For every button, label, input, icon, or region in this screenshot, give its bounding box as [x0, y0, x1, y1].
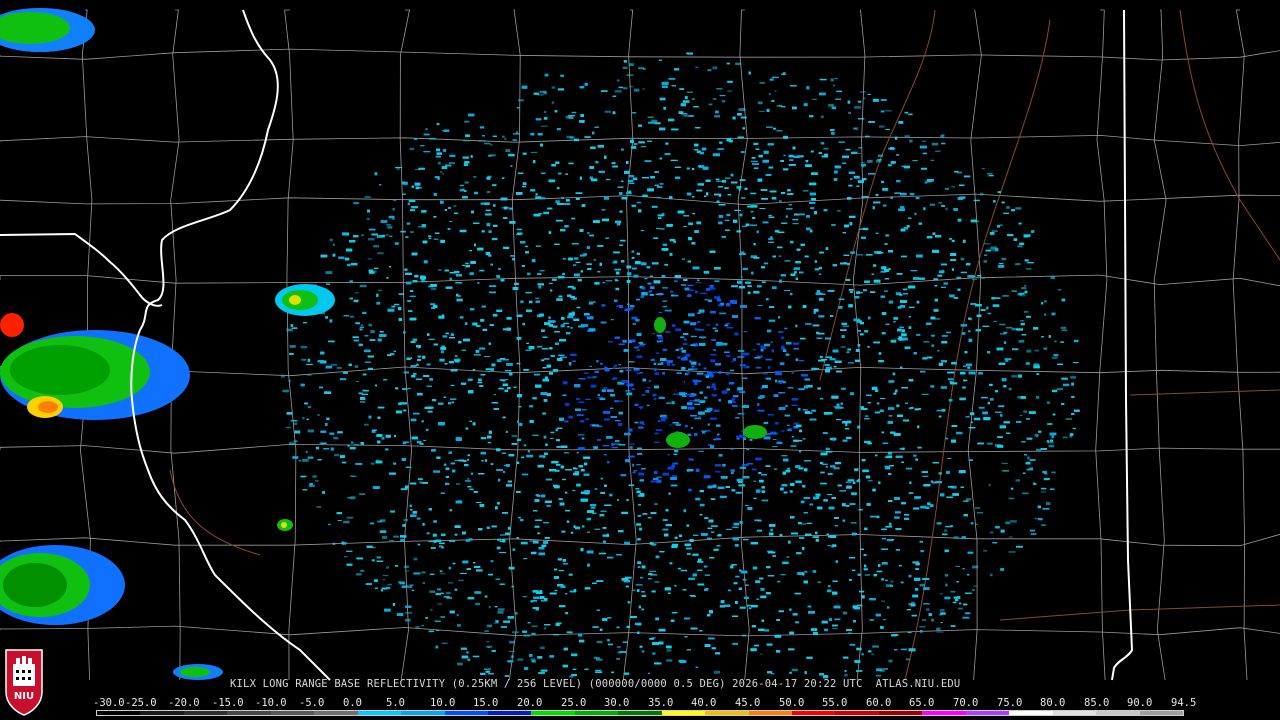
- scale-tick-label: -10.0: [255, 697, 287, 709]
- scale-tick-label: -30.0: [93, 697, 125, 709]
- color-bar-segment: [705, 711, 749, 715]
- scale-tick-label: 35.0: [648, 697, 674, 709]
- niu-logo: NIU: [5, 649, 43, 716]
- radar-site-marker: [673, 379, 685, 391]
- scale-tick-label: -5.0: [299, 697, 325, 709]
- scale-tick-label: 75.0: [997, 697, 1023, 709]
- scale-tick-label: 65.0: [909, 697, 935, 709]
- color-bar-segment: [97, 711, 141, 715]
- scale-tick-label: 80.0: [1040, 697, 1066, 709]
- product-caption: KILX LONG RANGE BASE REFLECTIVITY (0.25K…: [230, 678, 961, 690]
- scale-tick-label: 60.0: [866, 697, 892, 709]
- scale-tick-label: 5.0: [386, 697, 405, 709]
- color-bar-segment: [1096, 711, 1140, 715]
- color-bar-segment: [227, 711, 271, 715]
- color-bar-segment: [792, 711, 836, 715]
- scale-tick-label: 20.0: [517, 697, 543, 709]
- radar-map: [0, 0, 1280, 720]
- color-bar-segment: [531, 711, 575, 715]
- scale-tick-label: 90.0: [1127, 697, 1153, 709]
- scale-tick-label: 85.0: [1084, 697, 1110, 709]
- color-bar-segment: [748, 711, 792, 715]
- color-bar-segment: [878, 711, 923, 715]
- scale-tick-label: 45.0: [735, 697, 761, 709]
- color-bar-segment: [661, 711, 706, 715]
- scale-tick-label: -20.0: [168, 697, 200, 709]
- color-bar-segment: [618, 711, 662, 715]
- logo-text: NIU: [14, 691, 34, 702]
- scale-tick-label: 30.0: [604, 697, 630, 709]
- scale-tick-label: 25.0: [561, 697, 587, 709]
- scale-tick-label: 50.0: [779, 697, 805, 709]
- color-bar-segment: [140, 711, 184, 715]
- scale-tick-label: 10.0: [430, 697, 456, 709]
- scale-tick-label: 55.0: [822, 697, 848, 709]
- color-bar-segment: [965, 711, 1010, 715]
- color-bar-segment: [1009, 711, 1053, 715]
- color-bar-segment: [1052, 711, 1097, 715]
- color-bar-segment: [401, 711, 445, 715]
- color-bar-segment: [444, 711, 488, 715]
- color-bar-segment: [574, 711, 619, 715]
- scale-tick-label: 15.0: [473, 697, 499, 709]
- scale-tick-label: 94.5: [1171, 697, 1197, 709]
- color-bar-segment: [1139, 711, 1183, 715]
- scale-tick-label: -15.0: [212, 697, 244, 709]
- color-scale-labels: -30.0 -25.0 -20.0 -15.0 -10.0 -5.0 0.0 5.0 10.0 1…: [93, 697, 1203, 709]
- color-bar-segment: [183, 711, 228, 715]
- scale-tick-label: 0.0: [343, 697, 362, 709]
- color-bar-segment: [270, 711, 315, 715]
- color-bar-segment: [314, 711, 358, 715]
- color-bar-segment: [835, 711, 879, 715]
- scale-tick-label: 40.0: [691, 697, 717, 709]
- scale-tick-label: -25.0: [125, 697, 157, 709]
- color-bar-segment: [487, 711, 532, 715]
- reflectivity-color-bar: [96, 710, 1184, 716]
- color-bar-segment: [922, 711, 966, 715]
- color-bar-segment: [357, 711, 402, 715]
- scale-tick-label: 70.0: [953, 697, 979, 709]
